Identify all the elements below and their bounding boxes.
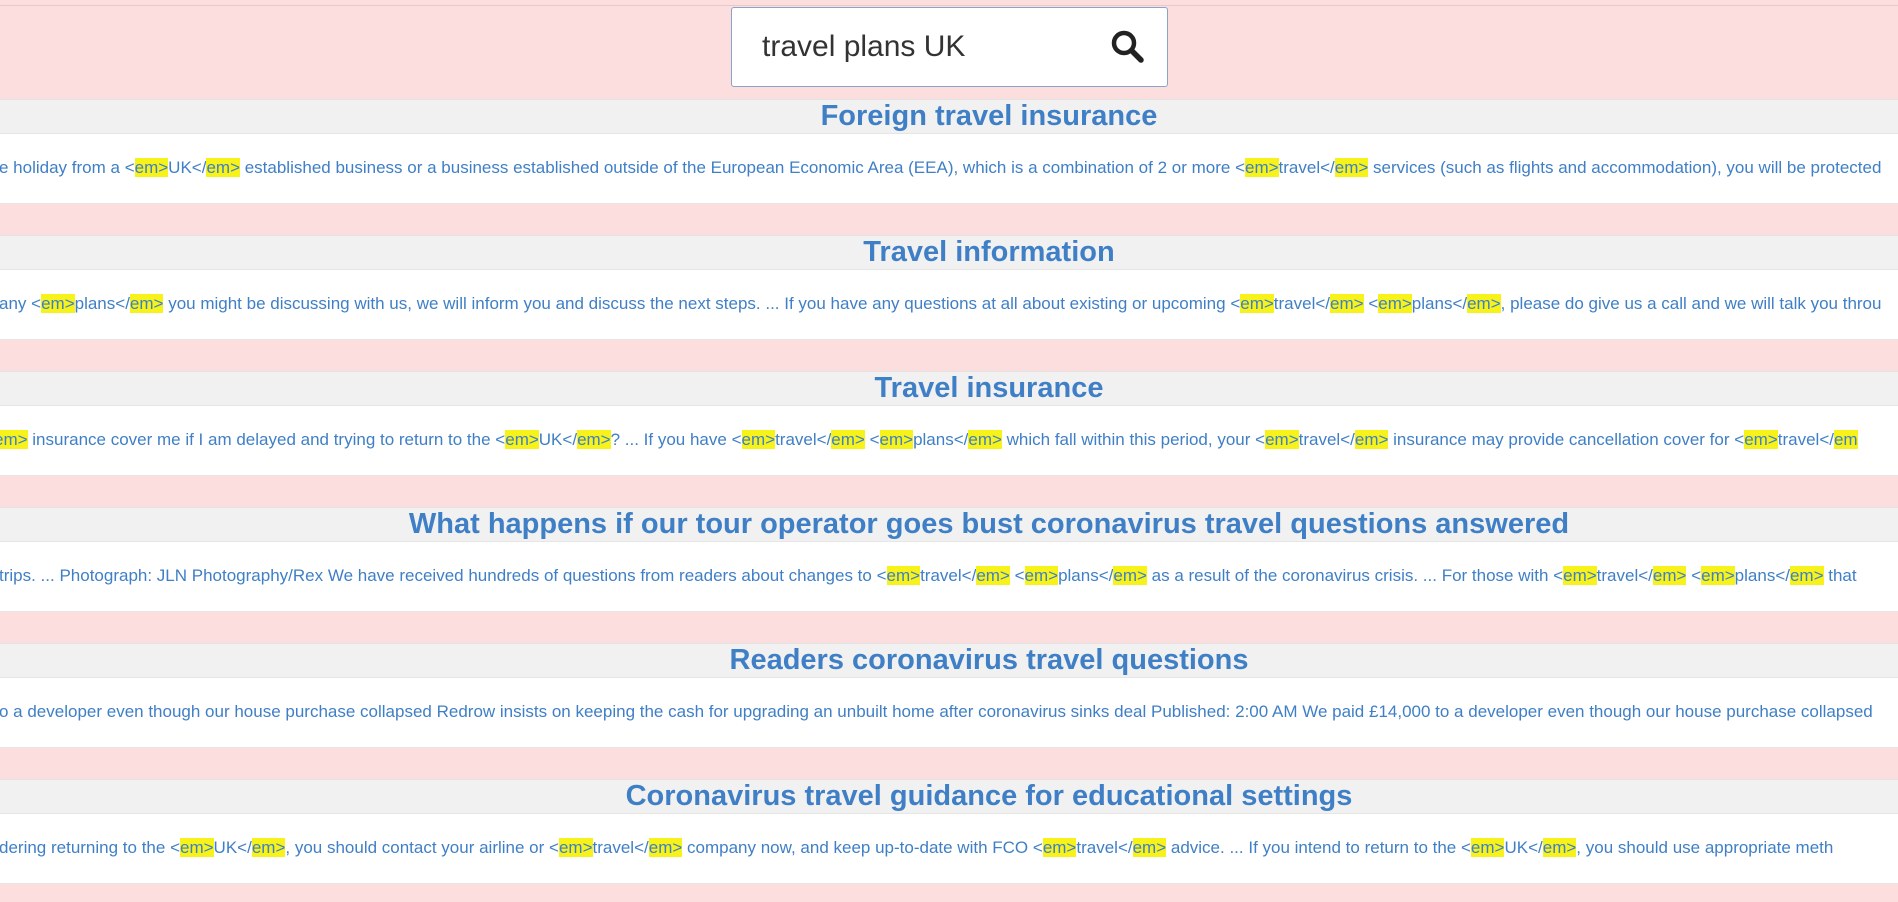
result-title-band: Travel information [0, 235, 1898, 269]
result-snippet: o a developer even though our house purc… [0, 702, 1873, 721]
result-snippet: em> insurance cover me if I am delayed a… [0, 429, 1858, 451]
result-item: Coronavirus travel guidance for educatio… [0, 779, 1898, 902]
search-input[interactable] [762, 20, 1082, 74]
result-snippet: dering returning to the <em>UK</em>, you… [0, 838, 1834, 857]
result-item: What happens if our tour operator goes b… [0, 507, 1898, 643]
result-title-link[interactable]: Travel insurance [0, 369, 1898, 407]
result-title-link[interactable]: Travel information [0, 233, 1898, 271]
top-divider [0, 5, 1898, 6]
result-title-link[interactable]: Coronavirus travel guidance for educatio… [0, 777, 1898, 815]
result-title-band: Coronavirus travel guidance for educatio… [0, 779, 1898, 813]
result-snippet-band: dering returning to the <em>UK</em>, you… [0, 813, 1898, 884]
page: Foreign travel insurance e holiday from … [0, 0, 1898, 902]
result-snippet-band: em> insurance cover me if I am delayed a… [0, 405, 1898, 476]
search-button[interactable] [1109, 28, 1147, 66]
result-snippet-band: o a developer even though our house purc… [0, 677, 1898, 748]
result-title-band: What happens if our tour operator goes b… [0, 507, 1898, 541]
result-snippet-band: trips. ... Photograph: JLN Photography/R… [0, 541, 1898, 612]
result-snippet: e holiday from a <em>UK</em> established… [0, 158, 1882, 177]
result-title-band: Travel insurance [0, 371, 1898, 405]
result-snippet: any <em>plans</em> you might be discussi… [0, 294, 1882, 313]
result-title-band: Foreign travel insurance [0, 99, 1898, 133]
result-title-link[interactable]: Foreign travel insurance [0, 97, 1898, 135]
result-item: Foreign travel insurance e holiday from … [0, 99, 1898, 235]
result-item: Travel information any <em>plans</em> yo… [0, 235, 1898, 371]
result-title-band: Readers coronavirus travel questions [0, 643, 1898, 677]
result-snippet-band: e holiday from a <em>UK</em> established… [0, 133, 1898, 204]
result-title-link[interactable]: Readers coronavirus travel questions [0, 641, 1898, 679]
result-title-link[interactable]: What happens if our tour operator goes b… [0, 505, 1898, 543]
result-snippet-band: any <em>plans</em> you might be discussi… [0, 269, 1898, 340]
result-snippet: trips. ... Photograph: JLN Photography/R… [0, 566, 1857, 585]
search-icon [1111, 30, 1144, 63]
result-item: Travel insurance em> insurance cover me … [0, 371, 1898, 507]
search-bar [731, 7, 1168, 87]
result-item: Readers coronavirus travel questions o a… [0, 643, 1898, 779]
